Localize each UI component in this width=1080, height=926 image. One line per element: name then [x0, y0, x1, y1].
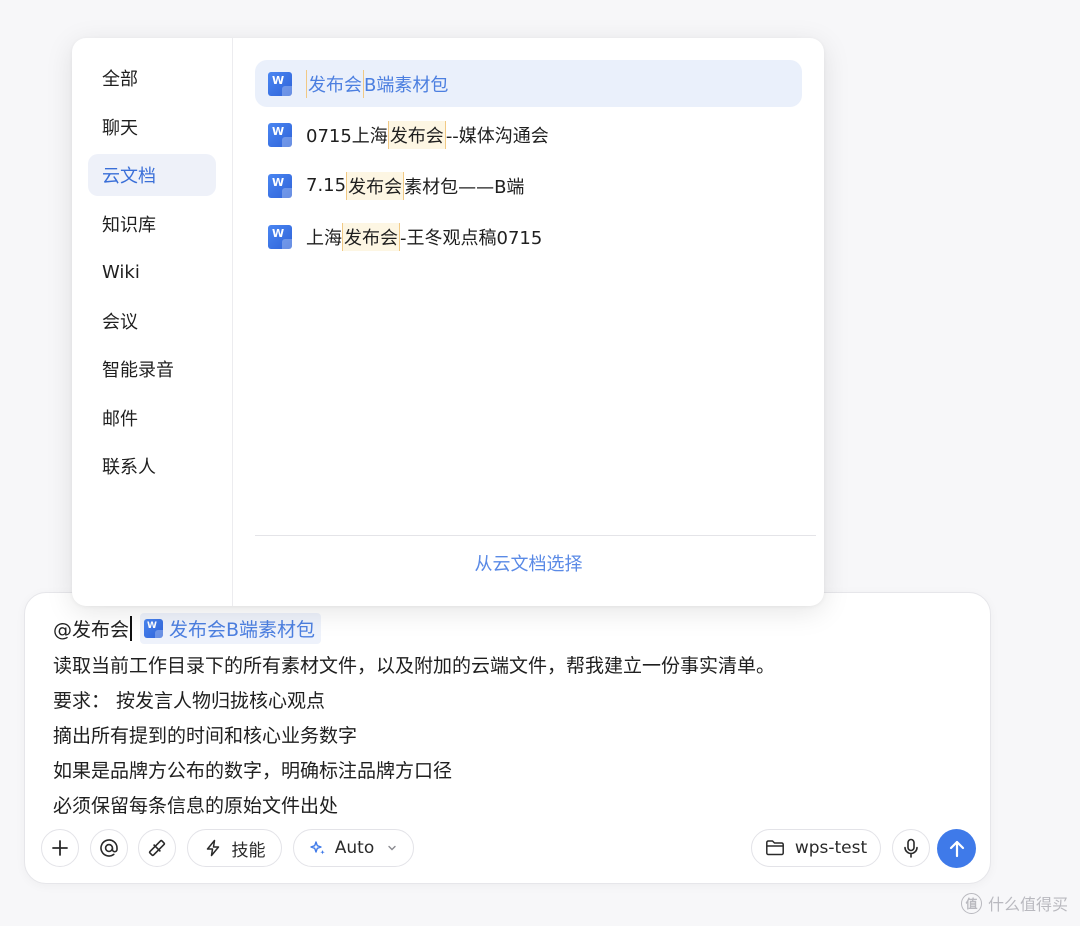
tools-button[interactable] [138, 829, 176, 867]
mention-popup: 全部 聊天 云文档 知识库 Wiki 会议 智能录音 邮件 联系人 W 发布会 B… [72, 38, 824, 606]
result-item[interactable]: W 发布会 B端素材包 [255, 60, 802, 107]
result-title-pre: 7.15 [306, 175, 347, 196]
category-wiki[interactable]: Wiki [88, 251, 216, 293]
category-contacts[interactable]: 联系人 [88, 445, 216, 487]
magic-wand-icon [148, 839, 166, 857]
model-label: Auto [334, 838, 375, 858]
word-doc-icon: W [268, 122, 292, 147]
result-title-post: -王冬观点稿0715 [400, 227, 543, 249]
workspace-folder-button[interactable]: wps-test [751, 829, 881, 867]
result-item[interactable]: W 0715上海 发布会 --媒体沟通会 [255, 111, 802, 158]
folder-label: wps-test [794, 838, 868, 858]
skills-button[interactable]: 技能 [187, 829, 282, 867]
attached-doc-title: 发布会B端素材包 [169, 619, 316, 641]
result-title-post: B端素材包 [364, 74, 449, 96]
send-button[interactable] [937, 829, 976, 868]
result-title-pre: 上海 [306, 227, 342, 249]
result-title-pre: 0715上海 [306, 125, 388, 147]
result-item[interactable]: W 7.15 发布会 素材包——B端 [255, 162, 802, 209]
arrow-up-icon [949, 840, 964, 857]
category-smart-recording[interactable]: 智能录音 [88, 348, 216, 390]
prompt-composer[interactable]: @发布会 W 发布会B端素材包 读取当前工作目录下的所有素材文件，以及附加的云端… [24, 592, 991, 884]
mention-line: @发布会 W 发布会B端素材包 [53, 613, 322, 644]
prompt-line: 必须保留每条信息的原始文件出处 [53, 795, 339, 817]
mention-button[interactable] [90, 829, 128, 867]
category-knowledge-base[interactable]: 知识库 [88, 203, 216, 245]
category-chat[interactable]: 聊天 [88, 106, 216, 148]
microphone-icon [904, 838, 918, 858]
mention-text: @发布会 [53, 619, 130, 641]
word-doc-icon: W [268, 71, 292, 96]
result-title-match: 发布会 [342, 222, 400, 251]
result-title-match: 发布会 [346, 171, 405, 200]
category-cloud-docs[interactable]: 云文档 [88, 154, 216, 196]
watermark-text: 什么值得买 [987, 895, 1068, 914]
sparkle-icon [310, 841, 325, 855]
prompt-line: 摘出所有提到的时间和核心业务数字 [53, 725, 358, 747]
watermark: 值 什么值得买 [960, 891, 1068, 915]
attached-doc-chip[interactable]: W 发布会B端素材包 [140, 613, 322, 644]
prompt-line: 要求： 按发言人物归拢核心观点 [53, 690, 326, 712]
word-doc-icon: W [268, 173, 292, 198]
add-button[interactable] [41, 829, 79, 867]
category-mail[interactable]: 邮件 [88, 397, 216, 439]
plus-icon [52, 840, 68, 856]
select-from-cloud-docs-link[interactable]: 从云文档选择 [233, 550, 824, 576]
result-title-post: 素材包——B端 [404, 176, 525, 198]
results-divider [255, 535, 816, 536]
voice-input-button[interactable] [892, 829, 930, 867]
word-doc-icon: W [144, 619, 164, 638]
lightning-icon [206, 839, 219, 857]
category-meetings[interactable]: 会议 [88, 300, 216, 342]
skills-label: 技能 [231, 840, 266, 861]
watermark-logo: 值 [960, 892, 982, 914]
chevron-down-icon [388, 845, 396, 851]
result-title-post: --媒体沟通会 [445, 125, 549, 147]
word-doc-icon: W [268, 224, 292, 249]
model-select[interactable]: Auto [293, 829, 414, 867]
result-title-match: 发布会 [387, 120, 446, 149]
composer-toolbar: 技能 Auto wps-test [25, 829, 990, 869]
category-sidebar: 全部 聊天 云文档 知识库 Wiki 会议 智能录音 邮件 联系人 [72, 38, 233, 606]
at-sign-icon [100, 839, 118, 857]
folder-icon [765, 840, 784, 856]
results-list: W 发布会 B端素材包 W 0715上海 发布会 --媒体沟通会 W 7.15 发布会素… [233, 38, 824, 606]
result-title-match: 发布会 [306, 69, 364, 98]
result-item[interactable]: W 上海 发布会 -王冬观点稿0715 [255, 213, 802, 260]
text-caret [130, 616, 133, 641]
prompt-line: 读取当前工作目录下的所有素材文件，以及附加的云端文件，帮我建立一份事实清单。 [53, 655, 776, 677]
prompt-line: 如果是品牌方公布的数字，明确标注品牌方口径 [53, 760, 453, 782]
category-all[interactable]: 全部 [88, 57, 216, 99]
